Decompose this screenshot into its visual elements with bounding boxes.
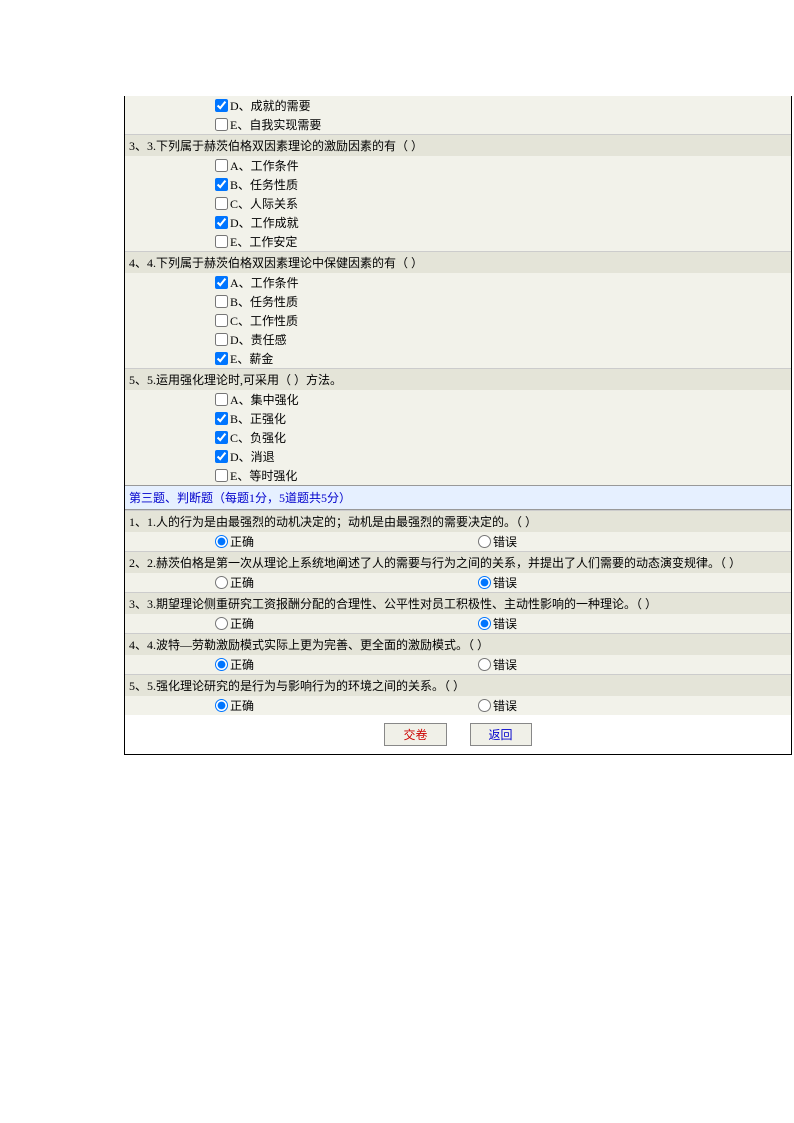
label-correct: 正确	[230, 615, 254, 632]
option-row: A、工作条件	[125, 156, 791, 175]
option-checkbox[interactable]	[215, 216, 228, 229]
tf-question-text: 4、4.波特—劳勒激励模式实际上更为完善、更全面的激励模式。（ ）	[125, 633, 791, 655]
label-correct: 正确	[230, 574, 254, 591]
question-text: 4、4.下列属于赫茨伯格双因素理论中保健因素的有（ ）	[125, 251, 791, 273]
radio-correct[interactable]	[215, 658, 228, 671]
option-label: A、工作条件	[230, 274, 299, 291]
tf-question-text: 1、1.人的行为是由最强烈的动机决定的；动机是由最强烈的需要决定的。（ ）	[125, 510, 791, 532]
option-checkbox[interactable]	[215, 99, 228, 112]
submit-button[interactable]: 交卷	[384, 723, 446, 746]
option-label: D、责任感	[230, 331, 287, 348]
option-checkbox[interactable]	[215, 352, 228, 365]
tf-answer-row: 正确 错误	[125, 655, 791, 674]
option-row: D、消退	[125, 447, 791, 466]
option-checkbox[interactable]	[215, 159, 228, 172]
radio-correct[interactable]	[215, 535, 228, 548]
option-row: A、集中强化	[125, 390, 791, 409]
tf-answer-row: 正确 错误	[125, 614, 791, 633]
option-row: C、工作性质	[125, 311, 791, 330]
label-wrong: 错误	[493, 533, 517, 550]
option-checkbox[interactable]	[215, 469, 228, 482]
radio-wrong[interactable]	[478, 658, 491, 671]
option-row: C、负强化	[125, 428, 791, 447]
option-label: C、人际关系	[230, 195, 298, 212]
option-checkbox[interactable]	[215, 197, 228, 210]
option-checkbox[interactable]	[215, 450, 228, 463]
section-header: 第三题、判断题（每题1分，5道题共5分）	[125, 485, 791, 510]
tf-question-text: 2、2.赫茨伯格是第一次从理论上系统地阐述了人的需要与行为之间的关系，并提出了人…	[125, 551, 791, 573]
option-label: B、任务性质	[230, 176, 298, 193]
option-checkbox[interactable]	[215, 295, 228, 308]
tf-question-text: 3、3.期望理论侧重研究工资报酬分配的合理性、公平性对员工积极性、主动性影响的一…	[125, 592, 791, 614]
radio-wrong[interactable]	[478, 535, 491, 548]
label-wrong: 错误	[493, 697, 517, 714]
option-checkbox[interactable]	[215, 235, 228, 248]
radio-correct[interactable]	[215, 699, 228, 712]
option-row: C、人际关系	[125, 194, 791, 213]
option-label: E、自我实现需要	[230, 116, 321, 133]
option-row: E、工作安定	[125, 232, 791, 251]
option-label: C、工作性质	[230, 312, 298, 329]
option-row: E、薪金	[125, 349, 791, 368]
option-checkbox[interactable]	[215, 178, 228, 191]
back-button[interactable]: 返回	[470, 723, 532, 746]
tf-question-text: 5、5.强化理论研究的是行为与影响行为的环境之间的关系。（ ）	[125, 674, 791, 696]
question-text: 3、3.下列属于赫茨伯格双因素理论的激励因素的有（ ）	[125, 134, 791, 156]
option-label: D、工作成就	[230, 214, 299, 231]
option-row: E、自我实现需要	[125, 115, 791, 134]
label-wrong: 错误	[493, 615, 517, 632]
option-label: A、工作条件	[230, 157, 299, 174]
question-text: 5、5.运用强化理论时,可采用（ ）方法。	[125, 368, 791, 390]
option-checkbox[interactable]	[215, 276, 228, 289]
option-label: D、成就的需要	[230, 97, 311, 114]
label-correct: 正确	[230, 697, 254, 714]
option-checkbox[interactable]	[215, 333, 228, 346]
option-label: E、等时强化	[230, 467, 297, 484]
tf-answer-row: 正确 错误	[125, 573, 791, 592]
option-checkbox[interactable]	[215, 314, 228, 327]
option-label: C、负强化	[230, 429, 286, 446]
radio-wrong[interactable]	[478, 617, 491, 630]
option-label: A、集中强化	[230, 391, 299, 408]
quiz-container: D、成就的需要 E、自我实现需要 3、3.下列属于赫茨伯格双因素理论的激励因素的有…	[124, 96, 792, 755]
option-label: B、任务性质	[230, 293, 298, 310]
option-row: D、责任感	[125, 330, 791, 349]
label-correct: 正确	[230, 656, 254, 673]
option-label: D、消退	[230, 448, 275, 465]
option-checkbox[interactable]	[215, 412, 228, 425]
option-row: D、成就的需要	[125, 96, 791, 115]
option-checkbox[interactable]	[215, 431, 228, 444]
option-row: B、正强化	[125, 409, 791, 428]
option-label: E、薪金	[230, 350, 273, 367]
radio-correct[interactable]	[215, 617, 228, 630]
option-row: D、工作成就	[125, 213, 791, 232]
radio-wrong[interactable]	[478, 699, 491, 712]
option-row: E、等时强化	[125, 466, 791, 485]
option-row: B、任务性质	[125, 292, 791, 311]
radio-correct[interactable]	[215, 576, 228, 589]
radio-wrong[interactable]	[478, 576, 491, 589]
tf-answer-row: 正确 错误	[125, 532, 791, 551]
option-row: B、任务性质	[125, 175, 791, 194]
button-bar: 交卷 返回	[125, 715, 791, 754]
option-row: A、工作条件	[125, 273, 791, 292]
tf-answer-row: 正确 错误	[125, 696, 791, 715]
option-label: E、工作安定	[230, 233, 297, 250]
option-label: B、正强化	[230, 410, 286, 427]
label-wrong: 错误	[493, 574, 517, 591]
option-checkbox[interactable]	[215, 393, 228, 406]
label-wrong: 错误	[493, 656, 517, 673]
label-correct: 正确	[230, 533, 254, 550]
option-checkbox[interactable]	[215, 118, 228, 131]
